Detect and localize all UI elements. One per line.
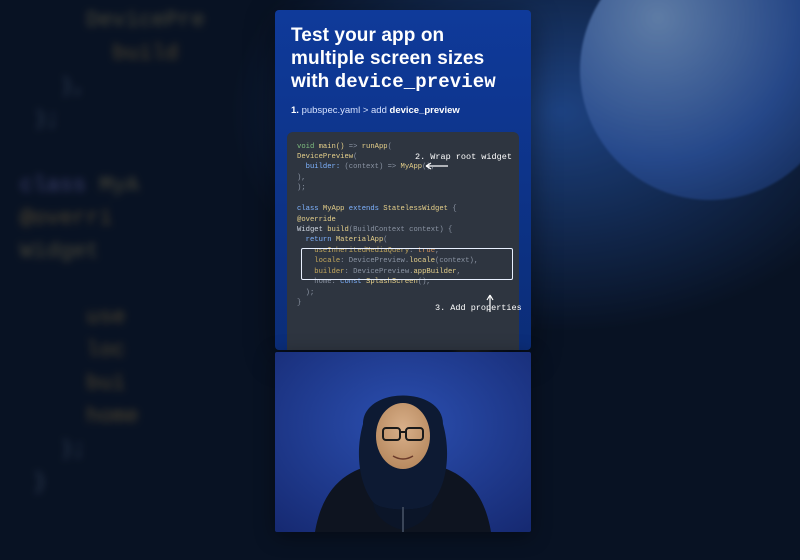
video-frame: DevicePre build ), ); class MyA @overri … (0, 0, 800, 560)
tutorial-slide-panel: Test your app on multiple screen sizes w… (275, 10, 531, 350)
step-1-instruction: 1. pubspec.yaml > add device_preview (291, 105, 515, 116)
code-snippet-block: void main() => runApp( DevicePreview( bu… (287, 132, 519, 350)
slide-title: Test your app on multiple screen sizes w… (291, 24, 515, 95)
arrow-left-icon (387, 152, 413, 160)
step-3-label: 3. Add properties (435, 302, 522, 314)
arrow-up-icon (450, 282, 460, 302)
step-2-label: 2. Wrap root widget (415, 151, 512, 163)
presenter-video (275, 352, 531, 532)
